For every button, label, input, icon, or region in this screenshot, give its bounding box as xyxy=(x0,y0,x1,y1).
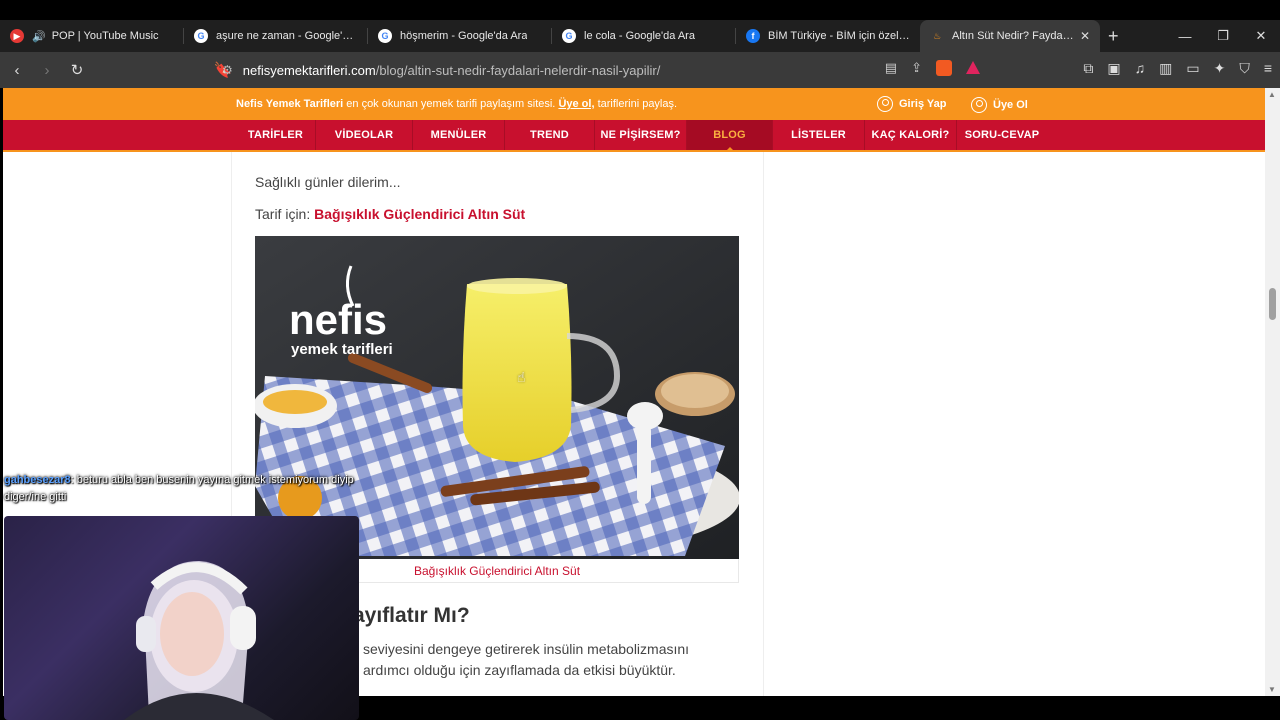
main-navigation: TARİFLER VİDEOLAR MENÜLER TREND NE PİŞİR… xyxy=(3,120,1265,152)
nav-kac-kalori[interactable]: KAÇ KALORİ? xyxy=(865,120,957,150)
screenshot-icon[interactable]: ▣ xyxy=(1107,60,1120,77)
youtube-music-icon: ▶ xyxy=(10,29,24,43)
address-bar-actions: ▤ ⇪ xyxy=(885,60,980,76)
minimize-button[interactable]: — xyxy=(1166,20,1204,52)
image-logo-nefis: nefis xyxy=(289,296,387,343)
page-scrollbar[interactable]: ▲ ▼ xyxy=(1265,88,1280,696)
nav-ne-pisirsem[interactable]: NE PİŞİRSEM? xyxy=(595,120,687,150)
site-settings-icon[interactable]: ⚙ xyxy=(222,63,233,77)
tab-youtube-music[interactable]: ▶ 🔊 POP | YouTube Music xyxy=(0,20,184,52)
reader-mode-icon[interactable]: ▤ xyxy=(885,60,897,76)
wallet-icon[interactable]: ▭ xyxy=(1186,60,1199,77)
tab-google-hosmerim[interactable]: G höşmerim - Google'da Ara xyxy=(368,20,552,52)
tab-title: Altın Süt Nedir? Faydaları, N xyxy=(952,30,1074,42)
tab-title: POP | YouTube Music xyxy=(51,30,159,42)
image-logo-subtitle: yemek tarifleri xyxy=(291,341,393,358)
webcam-overlay xyxy=(4,516,359,720)
leo-ai-icon[interactable]: ✦ xyxy=(1214,60,1226,77)
banner-signup-link[interactable]: Üye ol, xyxy=(558,98,594,110)
url-domain: nefisyemektarifleri.com xyxy=(242,62,376,78)
share-icon[interactable]: ⇪ xyxy=(911,60,922,76)
tab-altin-sut[interactable]: ♨ Altın Süt Nedir? Faydaları, N ✕ xyxy=(920,20,1100,52)
url-path: /blog/altin-sut-nedir-faydalari-nelerdir… xyxy=(375,62,661,78)
tab-title: BİM Türkiye - BİM için özel olara xyxy=(768,30,910,42)
signup-button[interactable]: Üye Ol xyxy=(971,97,1028,113)
google-icon: G xyxy=(194,29,208,43)
reload-button[interactable]: ↻ xyxy=(64,57,90,83)
window-controls: — ❐ ✕ xyxy=(1166,20,1280,52)
nav-soru-cevap[interactable]: SORU-CEVAP xyxy=(957,120,1047,150)
facebook-icon: f xyxy=(746,29,760,43)
nav-menuler[interactable]: MENÜLER xyxy=(413,120,505,150)
nav-videolar[interactable]: VİDEOLAR xyxy=(316,120,413,150)
new-tab-button[interactable]: + xyxy=(1108,26,1119,47)
tab-google-asure[interactable]: G aşure ne zaman - Google'da Ara xyxy=(184,20,368,52)
speaker-icon[interactable]: 🔊 xyxy=(32,30,46,43)
webcam-illustration xyxy=(124,561,274,720)
article-paragraph: Sağlıklı günler dilerim... xyxy=(255,174,401,190)
extensions-toolbar: ⧉ ▣ ♫ ▥ ▭ ✦ ⛉ ≡ xyxy=(1083,60,1272,77)
banner-text: en çok okunan yemek tarifi paylaşım site… xyxy=(343,98,559,110)
golden-milk-illustration: nefis yemek tarifleri xyxy=(255,236,739,559)
tab-title: le cola - Google'da Ara xyxy=(584,30,695,42)
back-button[interactable]: ‹ xyxy=(4,57,30,83)
signup-label: Üye Ol xyxy=(993,99,1028,111)
scroll-down-icon[interactable]: ▼ xyxy=(1268,685,1276,694)
tab-title: aşure ne zaman - Google'da Ara xyxy=(216,30,358,42)
article-paragraph: seviyesini dengeye getirerek insülin met… xyxy=(363,641,690,657)
browser-tab-strip: ▶ 🔊 POP | YouTube Music G aşure ne zaman… xyxy=(0,20,1280,52)
tab-title: höşmerim - Google'da Ara xyxy=(400,30,528,42)
section-heading: ayıflatır Mı? xyxy=(353,604,470,627)
article-paragraph: ardımcı olduğu için zayıflamada da etkis… xyxy=(363,662,676,678)
sidebar-icon[interactable]: ▥ xyxy=(1159,60,1172,77)
nefis-icon: ♨ xyxy=(932,30,942,41)
restore-button[interactable]: ❐ xyxy=(1204,20,1242,52)
brave-shields-icon[interactable] xyxy=(936,60,952,76)
media-icon[interactable]: ♫ xyxy=(1135,60,1146,77)
brave-rewards-icon[interactable] xyxy=(966,61,980,74)
user-plus-icon xyxy=(971,97,987,113)
vpn-icon[interactable]: ⛉ xyxy=(1239,60,1250,77)
site-banner: Nefis Yemek Tarifleri en çok okunan yeme… xyxy=(3,88,1265,120)
banner-text-end: tariflerini paylaş. xyxy=(594,98,678,110)
stream-chat-message: gahbesezar8: beturu abla ben busenin yay… xyxy=(4,472,394,506)
nav-listeler[interactable]: LİSTELER xyxy=(773,120,865,150)
tab-google-lecola[interactable]: G le cola - Google'da Ara xyxy=(552,20,736,52)
close-tab-icon[interactable]: ✕ xyxy=(1074,29,1090,43)
scroll-thumb[interactable] xyxy=(1269,288,1276,320)
extensions-icon[interactable]: ⧉ xyxy=(1083,60,1093,77)
hand-cursor-icon: ☝ xyxy=(517,369,526,385)
scroll-up-icon[interactable]: ▲ xyxy=(1268,90,1276,99)
address-bar[interactable]: ⚙ nefisyemektarifleri.com/blog/altin-sut… xyxy=(222,57,986,83)
nav-tarifler[interactable]: TARİFLER xyxy=(236,120,316,150)
banner-message: Nefis Yemek Tarifleri en çok okunan yeme… xyxy=(236,98,677,110)
close-window-button[interactable]: ✕ xyxy=(1242,20,1280,52)
login-button[interactable]: Giriş Yap xyxy=(877,96,947,112)
forward-button[interactable]: › xyxy=(34,57,60,83)
article-paragraph: Tarif için: Bağışıklık Güçlendirici Altı… xyxy=(255,206,525,222)
recipe-prefix: Tarif için: xyxy=(255,206,315,222)
nav-trend[interactable]: TREND xyxy=(505,120,595,150)
user-icon xyxy=(877,96,893,112)
recipe-link[interactable]: Bağışıklık Güçlendirici Altın Süt xyxy=(314,206,525,222)
browser-toolbar: ‹ › ↻ 🔖 ⚙ nefisyemektarifleri.com/blog/a… xyxy=(0,52,1280,88)
nav-blog[interactable]: BLOG xyxy=(687,120,773,152)
menu-icon[interactable]: ≡ xyxy=(1264,60,1272,77)
banner-brand: Nefis Yemek Tarifleri xyxy=(236,98,344,110)
golden-milk-photo[interactable]: nefis yemek tarifleri xyxy=(255,236,739,559)
nav-blog-label: BLOG xyxy=(713,129,746,141)
login-label: Giriş Yap xyxy=(899,98,947,110)
google-icon: G xyxy=(378,29,392,43)
google-icon: G xyxy=(562,29,576,43)
tab-bim-facebook[interactable]: f BİM Türkiye - BİM için özel olara xyxy=(736,20,920,52)
chat-username: gahbesezar8 xyxy=(4,474,71,486)
